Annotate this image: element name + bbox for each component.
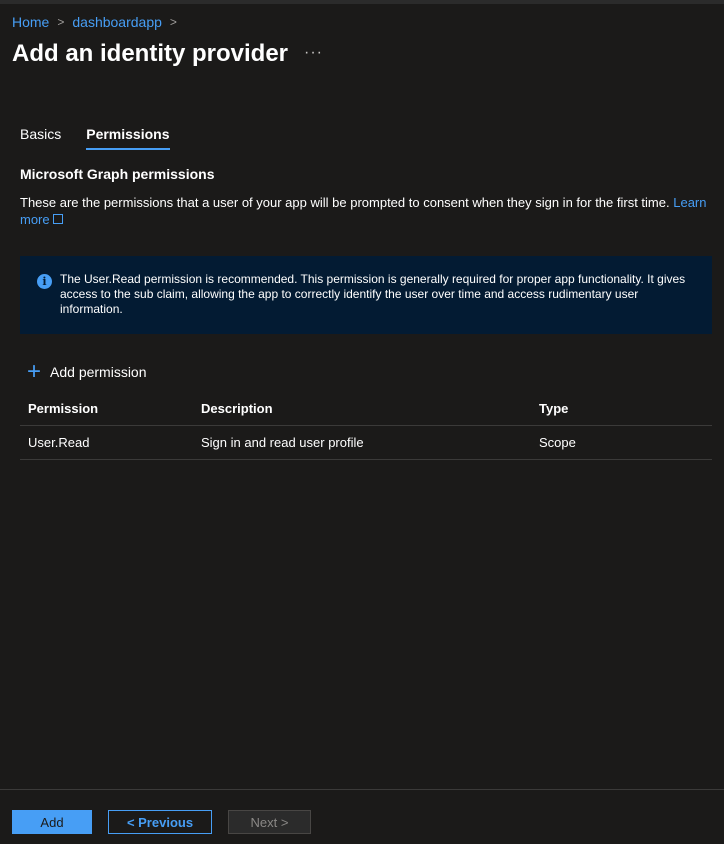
table-header-row: Permission Description Type (20, 392, 712, 426)
cell-permission: User.Read (20, 425, 193, 460)
page-title: Add an identity provider (12, 40, 289, 67)
chevron-right-icon: > (57, 15, 65, 29)
description-text: These are the permissions that a user of… (20, 195, 670, 210)
cell-type: Scope (531, 425, 712, 460)
tab-list: Basics Permissions (20, 126, 170, 150)
more-options-icon[interactable]: ··· (304, 44, 323, 62)
section-description: These are the permissions that a user of… (20, 194, 710, 228)
cell-description: Sign in and read user profile (193, 425, 531, 460)
add-permission-button[interactable]: + Add permission (27, 358, 147, 385)
breadcrumb-dashboardapp[interactable]: dashboardapp (72, 14, 162, 30)
next-button[interactable]: Next > (228, 810, 311, 834)
info-text: The User.Read permission is recommended.… (60, 272, 686, 316)
chevron-right-icon: > (169, 15, 177, 29)
previous-button[interactable]: < Previous (108, 810, 212, 834)
tab-basics[interactable]: Basics (20, 126, 61, 150)
breadcrumb: Home > dashboardapp > (12, 14, 177, 30)
column-header-permission: Permission (20, 392, 193, 426)
plus-icon: + (27, 358, 42, 385)
add-permission-label: Add permission (50, 364, 147, 380)
breadcrumb-home[interactable]: Home (12, 14, 49, 30)
info-banner: i The User.Read permission is recommende… (20, 256, 712, 334)
footer-bar: Add < Previous Next > (0, 789, 724, 844)
section-title: Microsoft Graph permissions (20, 166, 215, 182)
table-row[interactable]: User.Read Sign in and read user profile … (20, 425, 712, 460)
permissions-table: Permission Description Type User.Read Si… (20, 392, 712, 460)
external-link-icon (52, 214, 63, 224)
top-bar (0, 0, 724, 4)
add-button[interactable]: Add (12, 810, 92, 834)
column-header-type: Type (531, 392, 712, 426)
column-header-description: Description (193, 392, 531, 426)
tab-permissions[interactable]: Permissions (86, 126, 170, 150)
info-icon: i (37, 274, 52, 289)
